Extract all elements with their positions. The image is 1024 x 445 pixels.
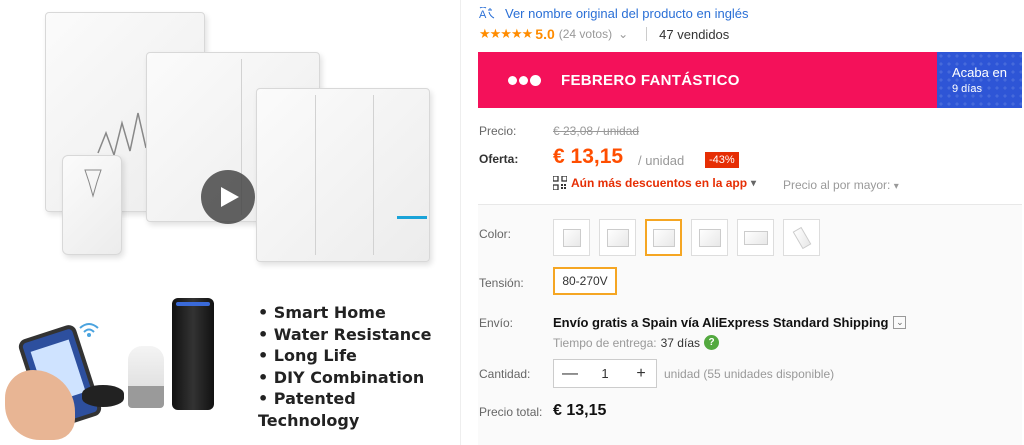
wholesale-price-link[interactable]: Precio al por mayor: ▾ [783,178,899,192]
price-label: Precio: [479,124,517,138]
star-rating-icon: ★★★★★ [479,26,533,41]
promo-timer: Acaba en 9 días [937,52,1022,108]
promo-ends-value: 9 días [952,83,982,95]
delivery-info: Tiempo de entrega: 37 días ? [553,335,719,350]
switch-image-triple [256,88,430,262]
wholesale-text[interactable]: Precio al por mayor: [783,178,890,192]
shipping-info: Envío gratis a Spain vía AliExpress Stan… [553,315,907,330]
chevron-down-icon[interactable]: ⌄ [893,316,907,329]
sold-count: 47 vendidos [659,26,730,42]
translate-link[interactable]: A Ver nombre original del producto en in… [479,6,749,21]
color-swatches [553,219,820,256]
feature-list: Smart Home Water Resistance Long Life DI… [258,302,460,431]
chevron-down-icon[interactable]: ⌄ [618,27,628,41]
color-swatch[interactable] [553,219,590,256]
translate-icon: A [479,6,495,21]
help-icon[interactable]: ? [704,335,719,350]
delivery-label: Tiempo de entrega: [553,335,657,350]
promo-logo-icon [508,74,541,86]
color-swatch[interactable] [737,219,774,256]
promo-title: FEBRERO FANTÁSTICO [561,71,740,89]
product-gallery[interactable]: Smart Home Water Resistance Long Life DI… [0,0,460,445]
product-detail-panel: A Ver nombre original del producto en in… [460,0,1024,445]
quantity-stepper: — 1 + [553,359,657,388]
wifi-icon [79,323,99,337]
echo-dot-image [82,385,124,407]
discount-badge: -43% [705,152,739,168]
quantity-minus-button[interactable]: — [562,365,578,383]
color-swatch[interactable] [599,219,636,256]
price-section: Precio: € 23,08 / unidad Oferta: € 13,15… [478,112,1022,204]
led-indicator [397,216,427,219]
quantity-plus-button[interactable]: + [634,365,648,383]
chevron-down-icon[interactable]: ▾ [894,181,899,192]
color-swatch[interactable] [691,219,728,256]
shipping-label: Envío: [479,316,514,330]
feature-item: Long Life [258,345,460,367]
google-home-image [128,346,164,408]
qr-code-icon [553,176,567,190]
tension-option-selected[interactable]: 80-270V [553,267,617,295]
promo-banner: FEBRERO FANTÁSTICO Acaba en 9 días [478,52,1022,108]
quantity-input[interactable]: 1 [601,366,608,381]
translate-link-text[interactable]: Ver nombre original del producto en ingl… [505,6,749,21]
quantity-available: unidad (55 unidades disponible) [664,367,835,381]
options-section: Color: Tensión: 80-270V Envío: Envío gra… [478,205,1022,445]
chevron-down-icon[interactable]: ▾ [751,178,756,189]
receiver-logo [84,169,102,198]
offer-label: Oferta: [479,152,519,166]
svg-text:A: A [479,9,487,21]
feature-item: Patented Technology [258,388,460,431]
offer-per-unit: / unidad [638,153,685,168]
feature-item: DIY Combination [258,367,460,389]
color-swatch-selected[interactable] [645,219,682,256]
app-discount-text[interactable]: Aún más descuentos en la app [571,176,747,190]
tension-label: Tensión: [479,276,524,290]
feature-item: Water Resistance [258,324,460,346]
rating-divider [646,27,648,41]
promo-ends-label: Acaba en [952,65,1007,80]
feature-item: Smart Home [258,302,460,324]
rating-row: ★★★★★ 5.0 (24 votos) ⌄ 47 vendidos [479,26,729,42]
delivery-days: 37 días [660,335,700,350]
shipping-text: Envío gratis a Spain vía AliExpress Stan… [553,315,889,330]
echo-image [172,298,214,410]
app-discount-link[interactable]: Aún más descuentos en la app ▾ [553,176,756,190]
total-price: € 13,15 [553,402,607,419]
receiver-image [62,155,122,255]
rating-value: 5.0 [535,26,555,42]
color-swatch[interactable] [783,219,820,256]
quantity-label: Cantidad: [479,367,531,381]
color-label: Color: [479,227,512,241]
play-icon[interactable] [201,170,255,224]
original-price: € 23,08 / unidad [553,124,640,138]
offer-price: € 13,15 [553,145,624,168]
votes-count[interactable]: (24 votos) [559,27,612,41]
total-label: Precio total: [479,405,543,419]
